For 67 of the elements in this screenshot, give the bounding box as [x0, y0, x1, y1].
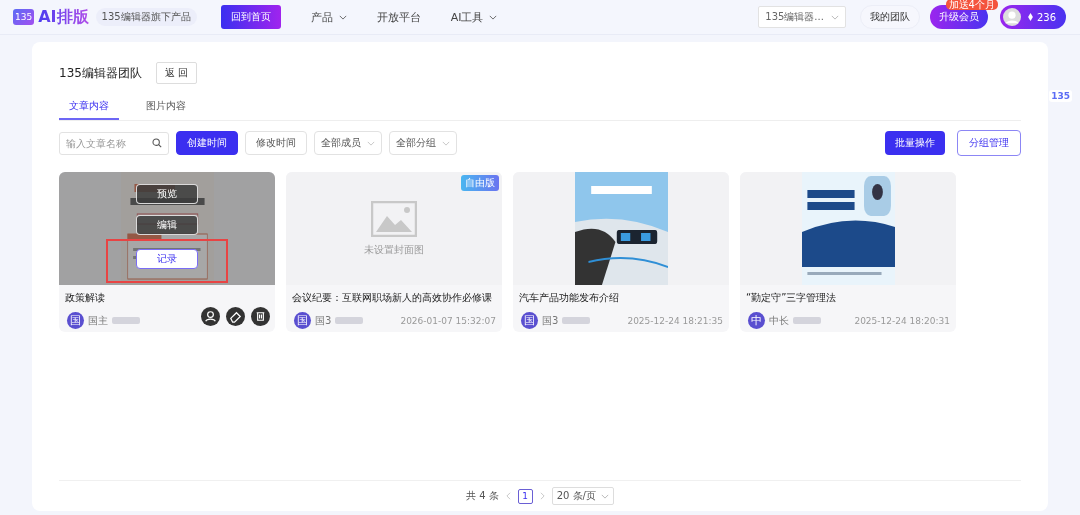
filter-select[interactable]: 全部分组 — [389, 131, 457, 155]
author-name: 国主 — [88, 313, 108, 328]
users-icon[interactable] — [201, 307, 220, 326]
back-button[interactable]: 返 回 — [155, 62, 198, 84]
redaction-blur — [793, 317, 821, 324]
logo-mark: 135 — [13, 9, 35, 25]
edition-badge: 自由版 — [461, 175, 499, 191]
total-count: 共 4 条 — [466, 489, 499, 503]
promo-badge: 加送4个月 — [945, 0, 998, 10]
author-avatar: 国 — [294, 312, 311, 329]
redaction-blur — [562, 317, 591, 324]
sort-button[interactable]: 修改时间 — [245, 131, 307, 155]
chevron-down-icon[interactable] — [489, 14, 498, 20]
nav-menu-item[interactable]: 产品 — [310, 9, 333, 25]
chevron-down-icon — [367, 140, 375, 146]
author-avatar: 中 — [748, 312, 765, 329]
avatar-icon — [1002, 8, 1021, 26]
team-select[interactable]: 135编辑器... — [758, 6, 846, 28]
chevron-down-icon — [442, 140, 450, 146]
page-button[interactable]: 1 — [517, 488, 533, 504]
tab[interactable]: 图片内容 — [136, 94, 196, 120]
group-manage-button[interactable]: 分组管理 — [957, 130, 1021, 156]
chevron-down-icon[interactable] — [338, 14, 347, 20]
card-action-button[interactable]: 记录 — [136, 249, 198, 269]
batch-button[interactable]: 批量操作 — [885, 131, 945, 155]
chevron-down-icon — [601, 493, 609, 499]
card-title: 政策解读 — [64, 291, 106, 305]
author-name: 中长 — [769, 313, 789, 328]
user-points-button[interactable]: 236 — [999, 5, 1066, 29]
author-avatar: 国 — [521, 312, 538, 329]
redaction-blur — [335, 317, 364, 324]
card-title: 汽车产品功能发布介绍 — [518, 291, 620, 305]
search-field[interactable]: 输入文章名称 — [59, 131, 169, 155]
card-date: 2025-12-24 18:20:31 — [854, 315, 950, 326]
page-title: 135编辑器团队 — [59, 64, 142, 82]
redaction-blur — [112, 317, 140, 324]
card-date: 2025-12-24 18:21:35 — [627, 315, 723, 326]
article-card[interactable]: 未设置封面图 自由版 会议纪要：互联网职场新人的高效协作必修课 国 国3 2026-01-07 15:32:07 — [286, 172, 502, 332]
logo[interactable]: AI排版 — [38, 6, 89, 28]
eraser-icon[interactable] — [226, 307, 245, 326]
image-placeholder-icon — [371, 200, 417, 237]
chevron-down-icon — [830, 14, 839, 20]
card-title: 会议纪要：互联网职场新人的高效协作必修课 — [291, 291, 493, 305]
tab[interactable]: 文章内容 — [59, 94, 119, 120]
nav-menu-item[interactable]: AI工具 — [450, 9, 484, 25]
search-icon — [152, 138, 162, 148]
placeholder-text: 未设置封面图 — [364, 242, 424, 257]
trash-icon[interactable] — [251, 307, 270, 326]
article-card[interactable]: “勤定守”三字管理法 中 中长 2025-12-24 18:20:31 — [740, 172, 956, 332]
author-name: 国3 — [542, 313, 559, 328]
diamond-icon — [1027, 13, 1033, 21]
card-action-button[interactable]: 预览 — [136, 184, 198, 204]
card-title: “勤定守”三字管理法 — [745, 291, 838, 305]
side-logo[interactable]: 135 — [1049, 90, 1072, 102]
author-name: 国3 — [315, 313, 332, 328]
sort-button[interactable]: 创建时间 — [176, 131, 238, 155]
filter-select[interactable]: 全部成员 — [314, 131, 382, 155]
author-avatar: 国 — [67, 312, 84, 329]
page-size-select[interactable]: 20 条/页 — [551, 487, 614, 505]
article-card[interactable]: 政策解读 国 国主 预览 编辑 记录 — [59, 172, 275, 332]
card-action-button[interactable]: 编辑 — [136, 215, 198, 235]
article-card[interactable]: 汽车产品功能发布介绍 国 国3 2025-12-24 18:21:35 — [513, 172, 729, 332]
card-date: 2026-01-07 15:32:07 — [400, 315, 496, 326]
home-button[interactable]: 回到首页 — [220, 5, 281, 29]
my-team-button[interactable]: 我的团队 — [859, 5, 920, 29]
product-tag: 135编辑器旗下产品 — [95, 8, 197, 26]
nav-menu-item[interactable]: 开放平台 — [376, 9, 421, 25]
